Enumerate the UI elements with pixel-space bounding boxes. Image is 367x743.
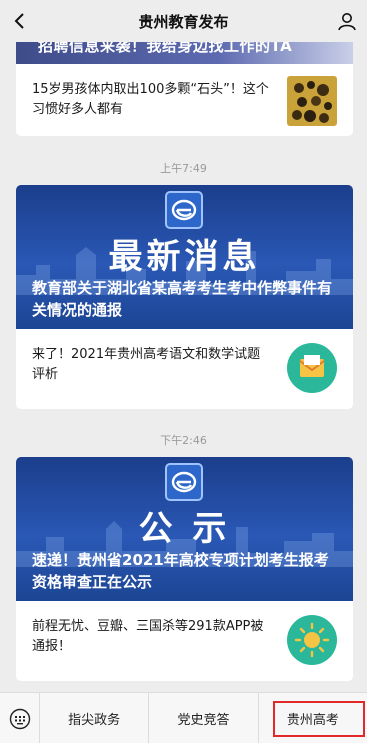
banner-title: 公 示 — [138, 509, 231, 549]
banner-title: 最新消息 — [108, 237, 261, 277]
article-card[interactable]: 最新消息 教育部关于湖北省某高考考生考中作弊事件有关情况的通报 来了！2021年… — [16, 185, 353, 409]
menu-label: 党史竞答 — [177, 712, 230, 728]
menu-item-zhijian[interactable]: 指尖政务 — [40, 693, 150, 743]
top-nav-bar: 贵州教育发布 — [0, 0, 367, 42]
timestamp: 上午7:49 — [160, 162, 207, 175]
article-row[interactable]: 前程无忧、豆瓣、三国杀等291款APP被通报！ — [16, 601, 353, 681]
stones-photo — [287, 76, 337, 126]
article-row[interactable]: 来了！2021年贵州高考语文和数学试题评析 — [16, 329, 353, 409]
banner-headline: 教育部关于湖北省某高考考生考中作弊事件有关情况的通报 — [32, 279, 333, 319]
page-title: 贵州教育发布 — [138, 12, 229, 31]
profile-button[interactable] — [333, 7, 361, 35]
banner-headline: 速递！贵州省2021年高校专项计划考生报考资格审查正在公示 — [32, 551, 329, 591]
chevron-left-icon — [14, 13, 24, 29]
menu-item-gaokao[interactable]: 贵州高考 — [259, 693, 367, 743]
e-logo-icon — [165, 463, 203, 501]
envelope-icon — [287, 343, 337, 393]
back-button[interactable] — [6, 7, 34, 35]
sun-icon — [287, 615, 337, 665]
article-row[interactable]: 15岁男孩体内取出100多颗“石头”！这个习惯好多人都有 — [16, 64, 353, 136]
article-banner[interactable]: 最新消息 教育部关于湖北省某高考考生考中作弊事件有关情况的通报 — [16, 185, 353, 329]
article-banner[interactable]: 公 示 速递！贵州省2021年高校专项计划考生报考资格审查正在公示 — [16, 457, 353, 601]
timestamp: 下午2:46 — [160, 434, 207, 447]
keyboard-toggle-button[interactable] — [0, 693, 40, 743]
keyboard-icon — [9, 708, 30, 729]
article-title: 前程无忧、豆瓣、三国杀等291款APP被通报！ — [32, 619, 264, 654]
menu-item-dangshi[interactable]: 党史竞答 — [149, 693, 259, 743]
user-icon — [338, 13, 356, 31]
bottom-menu-bar: 指尖政务 党史竞答 贵州高考 — [0, 692, 367, 743]
article-title: 来了！2021年贵州高考语文和数学试题评析 — [32, 347, 261, 382]
message-feed: 招聘信息来袭！我给身边找工作的TA 15岁男孩体内取出100多颗“石头”！这个习… — [0, 0, 367, 692]
menu-label: 指尖政务 — [68, 712, 121, 728]
highlight-box — [272, 701, 365, 737]
article-title: 15岁男孩体内取出100多颗“石头”！这个习惯好多人都有 — [32, 82, 269, 117]
article-card[interactable]: 公 示 速递！贵州省2021年高校专项计划考生报考资格审查正在公示 前程无忧、豆… — [16, 457, 353, 681]
e-logo-icon — [165, 191, 203, 229]
